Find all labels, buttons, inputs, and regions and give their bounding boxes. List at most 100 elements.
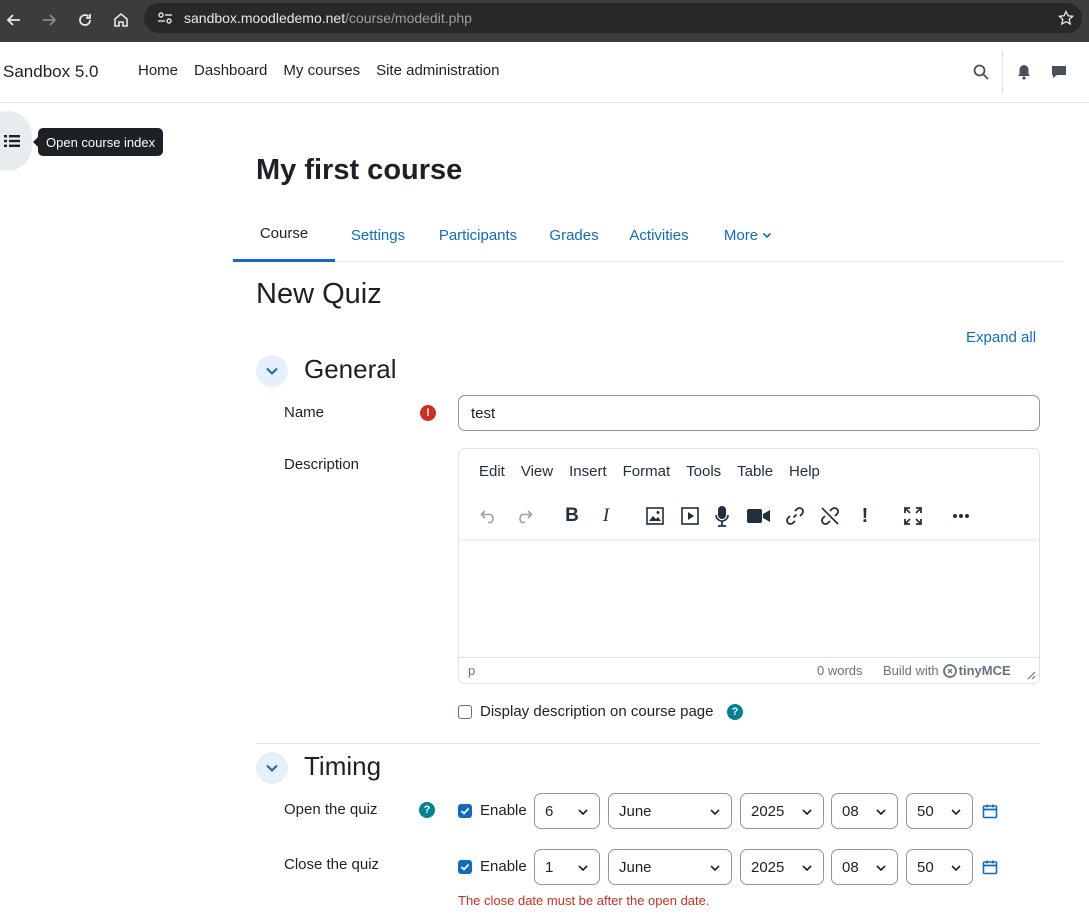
close-day-value: 1 (545, 858, 554, 876)
url-text: sandbox.moodledemo.net/course/modedit.ph… (184, 10, 472, 26)
checkmark-icon (460, 807, 470, 815)
forward-arrow-icon[interactable] (37, 8, 61, 32)
chevron-down-icon (876, 809, 886, 816)
tinymce-logo-icon (942, 663, 957, 678)
open-month-select[interactable]: June (608, 793, 732, 829)
tab-participants[interactable]: Participants (438, 208, 518, 262)
image-icon[interactable] (642, 503, 668, 529)
editor-statusbar: p 0 words Build with tinyMCE (459, 657, 1039, 683)
page-heading: New Quiz (256, 278, 382, 310)
close-year-select[interactable]: 2025 (740, 849, 824, 885)
exclamation-icon[interactable]: ! (852, 503, 878, 529)
link-icon[interactable] (782, 503, 808, 529)
tinymce-logo-text: tinyMCE (958, 663, 1011, 678)
tinymce-logo: tinyMCE (942, 663, 1011, 678)
calendar-icon[interactable] (982, 803, 998, 819)
chevron-down-icon (762, 230, 772, 240)
close-year-value: 2025 (751, 858, 785, 876)
search-icon[interactable] (971, 62, 991, 82)
close-month-select[interactable]: June (608, 849, 732, 885)
open-month-value: June (619, 802, 652, 820)
video-camera-icon[interactable] (746, 503, 772, 529)
close-minute-select[interactable]: 50 (906, 849, 973, 885)
open-enable-label[interactable]: Enable (480, 802, 527, 819)
redo-icon[interactable] (511, 503, 537, 529)
chevron-down-icon (802, 865, 812, 872)
general-section-toggle[interactable] (256, 355, 288, 387)
media-icon[interactable] (677, 503, 703, 529)
section-divider (256, 743, 1040, 744)
more-options-icon[interactable] (948, 503, 974, 529)
close-date-error: The close date must be after the open da… (458, 893, 710, 908)
build-with-text: Build with (883, 663, 939, 678)
description-editor: Edit View Insert Format Tools Table Help… (458, 448, 1040, 684)
primary-navigation: Home Dashboard My courses Site administr… (130, 62, 508, 79)
editor-menu-view[interactable]: View (521, 463, 553, 480)
editor-menu-format[interactable]: Format (623, 463, 671, 480)
tab-settings[interactable]: Settings (350, 208, 406, 262)
calendar-icon[interactable] (982, 859, 998, 875)
notification-bell-icon[interactable] (1014, 62, 1034, 82)
display-description-checkbox[interactable] (458, 705, 472, 719)
help-icon[interactable]: ? (419, 802, 435, 818)
editor-menu-insert[interactable]: Insert (569, 463, 607, 480)
microphone-icon[interactable] (709, 503, 735, 529)
close-enable-label[interactable]: Enable (480, 858, 527, 875)
timing-section-toggle[interactable] (256, 752, 288, 784)
open-course-index-button[interactable] (0, 111, 32, 171)
open-day-value: 6 (545, 802, 554, 820)
home-icon[interactable] (109, 8, 133, 32)
open-minute-select[interactable]: 50 (906, 793, 973, 829)
open-hour-select[interactable]: 08 (831, 793, 898, 829)
word-count[interactable]: 0 words (817, 663, 863, 678)
help-icon[interactable]: ? (727, 704, 743, 720)
checkmark-icon (460, 863, 470, 871)
fullscreen-icon[interactable] (900, 503, 926, 529)
open-day-select[interactable]: 6 (534, 793, 600, 829)
course-index-tooltip: Open course index (32, 128, 164, 156)
nav-site-administration[interactable]: Site administration (376, 62, 499, 79)
nav-dashboard[interactable]: Dashboard (194, 62, 267, 79)
required-icon: ! (420, 405, 436, 421)
messages-icon[interactable] (1049, 62, 1069, 82)
unlink-icon[interactable] (817, 503, 843, 529)
tab-grades[interactable]: Grades (549, 208, 598, 262)
expand-all-link[interactable]: Expand all (966, 329, 1036, 346)
course-secondary-nav: Course Settings Participants Grades Acti… (233, 208, 1063, 262)
back-arrow-icon[interactable] (2, 8, 26, 32)
bookmark-star-icon[interactable] (1056, 8, 1076, 28)
bold-icon[interactable]: B (559, 503, 585, 529)
reload-icon[interactable] (73, 8, 97, 32)
address-bar[interactable]: sandbox.moodledemo.net/course/modedit.ph… (144, 3, 1082, 33)
editor-menu-help[interactable]: Help (789, 463, 820, 480)
nav-home[interactable]: Home (138, 62, 178, 79)
close-minute-value: 50 (917, 858, 934, 876)
tab-more[interactable]: More (722, 208, 774, 262)
display-description-label[interactable]: Display description on course page (480, 703, 713, 720)
close-quiz-label: Close the quiz (284, 856, 380, 873)
italic-icon[interactable]: I (593, 503, 619, 529)
editor-branding[interactable]: Build with tinyMCE (883, 663, 1011, 678)
tab-course[interactable]: Course (233, 208, 335, 262)
chevron-down-icon (710, 865, 720, 872)
site-brand[interactable]: Sandbox 5.0 (3, 62, 98, 82)
editor-element-path[interactable]: p (468, 663, 475, 678)
chevron-down-icon (266, 764, 278, 772)
open-quiz-label: Open the quiz (284, 801, 378, 818)
undo-icon[interactable] (476, 503, 502, 529)
editor-menu-edit[interactable]: Edit (479, 463, 505, 480)
close-enable-checkbox[interactable] (458, 860, 472, 874)
nav-my-courses[interactable]: My courses (283, 62, 360, 79)
tab-more-label: More (723, 226, 759, 244)
chevron-down-icon (951, 865, 961, 872)
open-enable-checkbox[interactable] (458, 804, 472, 818)
editor-menu-tools[interactable]: Tools (686, 463, 721, 480)
editor-menu-table[interactable]: Table (737, 463, 773, 480)
close-day-select[interactable]: 1 (534, 849, 600, 885)
close-hour-select[interactable]: 08 (831, 849, 898, 885)
site-settings-icon[interactable] (154, 7, 176, 29)
resize-handle-icon[interactable] (1026, 670, 1036, 680)
open-year-select[interactable]: 2025 (740, 793, 824, 829)
name-input[interactable]: test (458, 395, 1040, 431)
tab-activities[interactable]: Activities (628, 208, 690, 262)
